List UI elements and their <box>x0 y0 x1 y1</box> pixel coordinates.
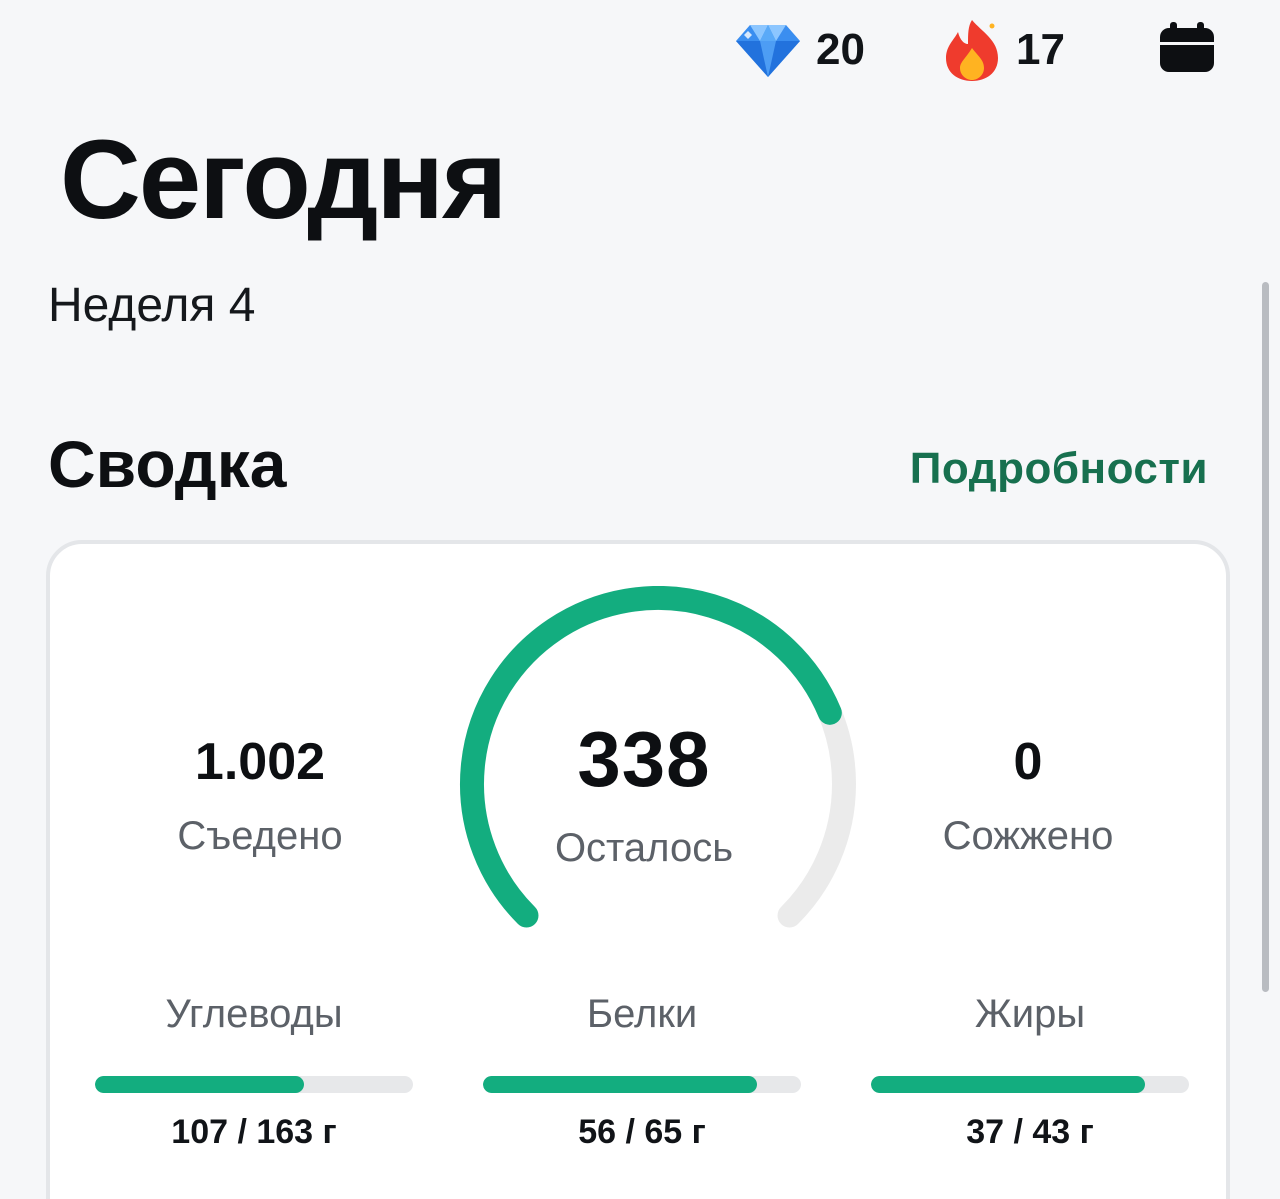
fire-icon <box>946 20 998 81</box>
macro-name: Белки <box>586 992 698 1036</box>
burned-label: Сожжено <box>942 814 1114 858</box>
macro-protein: Белки 56 / 65 г <box>483 990 801 1152</box>
macro-progress-bar <box>95 1076 413 1093</box>
summary-card: 1.002 Съедено 338 Осталось 0 Сожжено Угл… <box>46 540 1230 1199</box>
eaten-label: Съедено <box>177 814 343 858</box>
burned-metric: 0 Сожжено <box>848 736 1208 859</box>
calendar-icon <box>1160 22 1214 72</box>
macro-carbs: Углеводы 107 / 163 г <box>95 990 413 1152</box>
macro-amount: 56 / 65 г <box>578 1113 706 1151</box>
week-label: Неделя 4 <box>48 279 256 332</box>
burned-value: 0 <box>1013 733 1043 791</box>
macro-fat: Жиры 37 / 43 г <box>871 990 1189 1152</box>
macro-progress-fill <box>871 1076 1145 1093</box>
remaining-label: Осталось <box>554 826 734 870</box>
streak-count: 17 <box>1016 25 1065 74</box>
macro-amount: 37 / 43 г <box>966 1113 1094 1151</box>
macro-name: Жиры <box>974 992 1086 1036</box>
details-link[interactable]: Подробности <box>910 444 1208 494</box>
streak-counter[interactable]: 17 <box>942 18 1065 82</box>
eaten-metric: 1.002 Съедено <box>80 736 440 859</box>
calendar-button[interactable] <box>1158 22 1216 74</box>
diamond-icon <box>736 25 800 77</box>
macro-progress-bar <box>871 1076 1189 1093</box>
gems-count: 20 <box>816 25 865 74</box>
remaining-metric: 338 Осталось <box>464 720 824 871</box>
macro-progress-bar <box>483 1076 801 1093</box>
today-screen: 20 17 Сегодня Неделя 4 Сводка Подробност… <box>0 0 1280 1199</box>
macro-amount: 107 / 163 г <box>171 1113 337 1151</box>
scrollbar-thumb[interactable] <box>1262 282 1269 992</box>
summary-title: Сводка <box>48 427 287 501</box>
macro-progress-fill <box>483 1076 757 1093</box>
gems-counter[interactable]: 20 <box>734 18 865 82</box>
macro-progress-fill <box>95 1076 304 1093</box>
macro-name: Углеводы <box>165 992 343 1036</box>
page-title: Сегодня <box>60 117 507 242</box>
remaining-value: 338 <box>577 715 711 803</box>
eaten-value: 1.002 <box>194 733 326 791</box>
